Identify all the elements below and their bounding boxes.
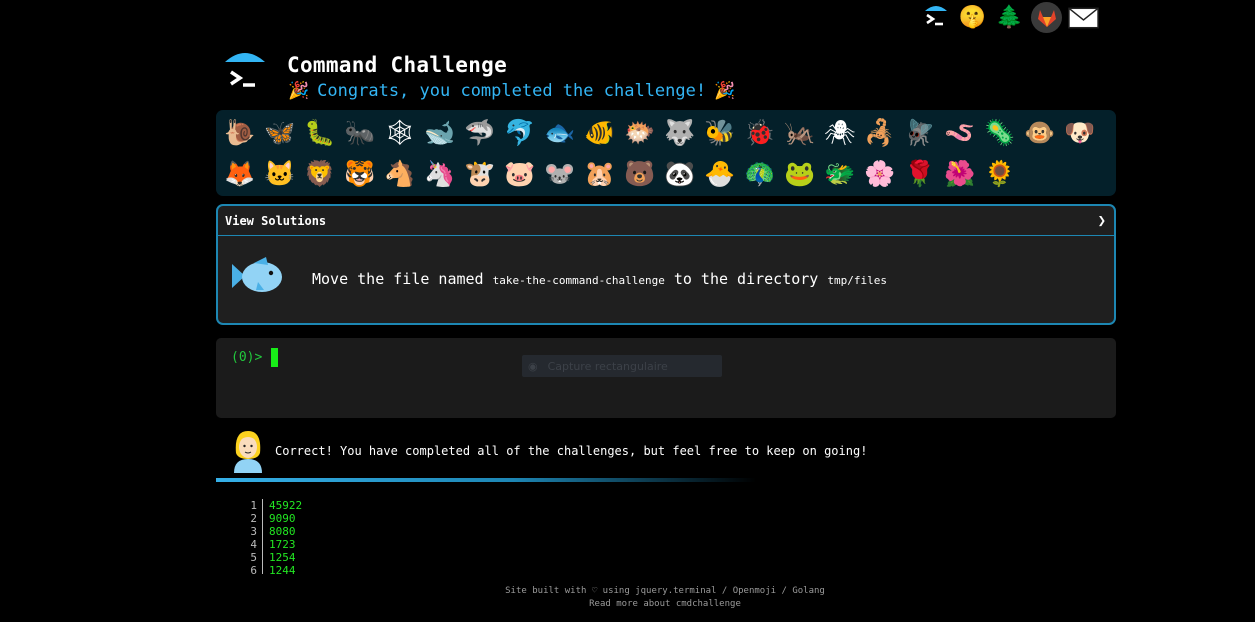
task-file: take-the-command-challenge (492, 274, 665, 287)
frog-icon[interactable]: 🐸 (780, 153, 820, 194)
cricket-icon[interactable]: 🦗 (780, 112, 820, 153)
microbe-icon[interactable]: 🦠 (980, 112, 1020, 153)
spider-web-icon[interactable]: 🕸 (380, 112, 420, 153)
chevron-right-icon[interactable]: ❯ (1098, 213, 1106, 229)
line-number: 5 (250, 551, 257, 564)
task-prefix: Move the file named (312, 270, 484, 288)
line-number: 6 (250, 564, 257, 574)
challenge-body: Move the file named take-the-command-cha… (218, 236, 1114, 322)
terminal-prompt: (0)> (231, 350, 263, 365)
page-title: Command Challenge (287, 53, 508, 77)
cat-icon[interactable]: 🐱 (260, 153, 300, 194)
worm-icon[interactable]: 🪱 (940, 112, 980, 153)
footer: Site built with ♡ using jquery.terminal … (415, 585, 915, 611)
peacock-icon[interactable]: 🦚 (740, 153, 780, 194)
congrats-banner: 🎉 Congrats, you completed the challenge!… (288, 81, 735, 101)
shushing-face-icon[interactable]: 🤫 (957, 2, 988, 33)
bee-icon[interactable]: 🐝 (700, 112, 740, 153)
sunflower-icon[interactable]: 🌻 (980, 153, 1020, 194)
line-number-column: 123456 (248, 499, 262, 574)
tiger-icon[interactable]: 🐯 (340, 153, 380, 194)
line-number: 4 (250, 538, 257, 551)
capture-overlay: ◉ Capture rectangulaire (522, 355, 722, 377)
bug-icon[interactable]: 🐛 (300, 112, 340, 153)
fish-icon (228, 256, 286, 302)
panda-icon[interactable]: 🐼 (660, 153, 700, 194)
result-row: Correct! You have completed all of the c… (216, 428, 1116, 474)
blowfish-icon[interactable]: 🐡 (620, 112, 660, 153)
pig-icon[interactable]: 🐷 (500, 153, 540, 194)
challenge-task: Move the file named take-the-command-cha… (312, 270, 887, 288)
challenge-panel: View Solutions ❯ Move the file named tak… (216, 204, 1116, 325)
dragon-icon[interactable]: 🐲 (820, 153, 860, 194)
capture-icon: ◉ (528, 359, 538, 373)
party-popper-icon: 🎉 (288, 81, 310, 101)
spider-icon[interactable]: 🕷 (820, 112, 860, 153)
terminal-cursor[interactable] (271, 348, 278, 367)
rose-icon[interactable]: 🌹 (900, 153, 940, 194)
page-header: Command Challenge 🎉 Congrats, you comple… (218, 44, 1118, 104)
result-message: Correct! You have completed all of the c… (275, 444, 868, 458)
snail-icon[interactable]: 🐌 (220, 112, 260, 153)
monkey-icon[interactable]: 🐵 (1020, 112, 1060, 153)
top-icon-bar: 🤫 🌲 (920, 2, 1099, 33)
dolphin-icon[interactable]: 🐬 (500, 112, 540, 153)
fly-icon[interactable]: 🪰 (900, 112, 940, 153)
challenge-emoji-grid: 🐌 🦋 🐛 🐜 🕸 🐋 🦈 🐬 🐟 🐠 🐡 🐺 🐝 🐞 🦗 🕷 🦂 🪰 🪱 🦠 🐵 🐶 🦊 🐱 🦁 🐯 🐴 🦄 🐮 🐷 🐭 🐹 🐻 🐼 🐣 🦚 🐸 🐲 🌸 🌹… (216, 110, 1116, 196)
lion-icon[interactable]: 🦁 (300, 153, 340, 194)
dog-icon[interactable]: 🐶 (1060, 112, 1100, 153)
line-number: 2 (250, 512, 257, 525)
view-solutions-header[interactable]: View Solutions ❯ (218, 206, 1114, 236)
woman-avatar-icon (228, 429, 268, 473)
footer-read-more-link[interactable]: Read more about cmdchallenge (415, 598, 915, 611)
party-popper-icon: 🎉 (714, 81, 736, 101)
output-line: 1254 (269, 551, 296, 564)
output-line: 1723 (269, 538, 296, 551)
horse-icon[interactable]: 🐴 (380, 153, 420, 194)
fox-icon[interactable]: 🦊 (220, 153, 260, 194)
tropical-fish-icon[interactable]: 🐠 (580, 112, 620, 153)
shark-icon[interactable]: 🦈 (460, 112, 500, 153)
line-number: 1 (250, 499, 257, 512)
output-line: 1244 (269, 564, 296, 574)
command-challenge-logo-icon (222, 48, 268, 94)
fish-icon[interactable]: 🐟 (540, 112, 580, 153)
footer-credits: Site built with ♡ using jquery.terminal … (505, 586, 825, 596)
hibiscus-icon[interactable]: 🌺 (940, 153, 980, 194)
scorpion-icon[interactable]: 🦂 (860, 112, 900, 153)
whale-icon[interactable]: 🐋 (420, 112, 460, 153)
task-dir: tmp/files (827, 274, 887, 287)
terminal[interactable]: (0)> ◉ Capture rectangulaire (216, 338, 1116, 418)
evergreen-tree-icon[interactable]: 🌲 (994, 2, 1025, 33)
lady-beetle-icon[interactable]: 🐞 (740, 112, 780, 153)
hatching-chick-icon[interactable]: 🐣 (700, 153, 740, 194)
output-value-column: 45922 9090 8080 1723 1254 1244 (262, 499, 302, 574)
butterfly-icon[interactable]: 🦋 (260, 112, 300, 153)
output-line: 8080 (269, 525, 296, 538)
unicorn-icon[interactable]: 🦄 (420, 153, 460, 194)
hamster-icon[interactable]: 🐹 (580, 153, 620, 194)
task-middle: to the directory (673, 270, 819, 288)
output-line: 45922 (269, 499, 303, 512)
bear-icon[interactable]: 🐻 (620, 153, 660, 194)
view-solutions-label[interactable]: View Solutions (225, 214, 326, 228)
envelope-icon[interactable] (1068, 2, 1099, 33)
divider (216, 478, 756, 482)
ant-icon[interactable]: 🐜 (340, 112, 380, 153)
terminal-logo-icon[interactable] (920, 2, 951, 33)
congrats-text: Congrats, you completed the challenge! (317, 81, 707, 101)
cow-icon[interactable]: 🐮 (460, 153, 500, 194)
line-number: 3 (250, 525, 257, 538)
wolf-icon[interactable]: 🐺 (660, 112, 700, 153)
capture-text: Capture rectangulaire (547, 359, 668, 373)
mouse-icon[interactable]: 🐭 (540, 153, 580, 194)
gitlab-icon[interactable] (1031, 2, 1062, 33)
output-line: 9090 (269, 512, 296, 525)
command-output: 123456 45922 9090 8080 1723 1254 1244 (248, 499, 448, 574)
cherry-blossom-icon[interactable]: 🌸 (860, 153, 900, 194)
